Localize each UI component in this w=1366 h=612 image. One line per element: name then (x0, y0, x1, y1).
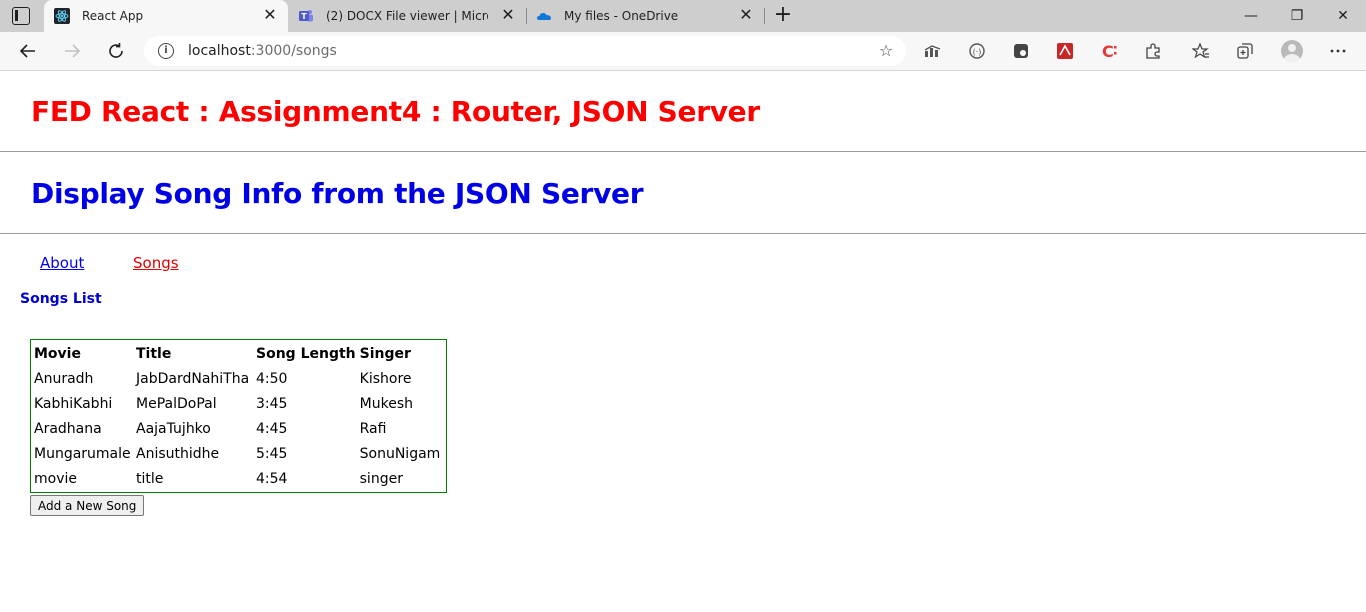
songs-list-heading: Songs List (20, 291, 102, 307)
refresh-icon[interactable] (103, 38, 129, 64)
cell-title: Anisuthidhe (136, 445, 220, 462)
divider (0, 233, 1366, 234)
cell-title: AajaTujhko (136, 420, 211, 437)
column-header-singer: Singer (359, 345, 411, 362)
teams-icon: T (299, 10, 313, 22)
extension-red-icon[interactable] (1055, 41, 1075, 61)
tab-separator (764, 8, 765, 24)
tab-react-app[interactable]: React App ✕ (44, 0, 288, 32)
nav-link-songs[interactable]: Songs (133, 254, 179, 272)
add-new-song-button[interactable]: Add a New Song (30, 495, 145, 516)
more-menu-icon[interactable] (1328, 41, 1348, 61)
tab-strip: React App ✕ T (2) DOCX File viewer | Mic… (0, 0, 1366, 32)
onedrive-icon (537, 13, 551, 20)
url-host: localhost (188, 43, 251, 59)
cell-movie: KabhiKabhi (34, 395, 113, 412)
new-tab-icon[interactable]: + (772, 4, 794, 27)
minimize-icon[interactable]: — (1228, 0, 1274, 32)
page-content: FED React : Assignment4 : Router, JSON S… (0, 71, 1366, 612)
page-subtitle: Display Song Info from the JSON Server (31, 177, 644, 210)
tab-actions-icon[interactable] (12, 7, 30, 25)
table-row: Aradhana AajaTujhko 4:45 Rafi (32, 416, 445, 441)
close-icon[interactable]: ✕ (738, 7, 754, 23)
nav-link-about[interactable]: About (40, 254, 84, 272)
restore-icon[interactable]: ❐ (1274, 0, 1320, 32)
browser-toolbar: i localhost:3000/songs ☆ (·) C (0, 32, 1366, 71)
cell-song-length: 4:50 (256, 370, 288, 387)
cell-singer: Mukesh (359, 395, 413, 412)
extension-chart-icon[interactable] (923, 41, 943, 61)
tab-title: (2) DOCX File viewer | Microsoft Teams (326, 9, 488, 23)
divider (0, 151, 1366, 152)
cell-movie: movie (34, 470, 77, 487)
favorites-icon[interactable] (1191, 41, 1211, 61)
react-icon (54, 8, 70, 24)
address-bar[interactable]: i localhost:3000/songs ☆ (144, 36, 906, 66)
cell-singer: SonuNigam (359, 445, 441, 462)
column-header-song-length: Song Length (256, 345, 356, 362)
table-header-row: Movie Title Song Length Singer (32, 341, 445, 366)
extension-c-icon[interactable]: C (1099, 41, 1119, 61)
table-row: Anuradh JabDardNahiTha 4:50 Kishore (32, 366, 445, 391)
cell-singer: Kishore (359, 370, 412, 387)
extension-circle-icon[interactable]: (·) (967, 41, 987, 61)
column-header-movie: Movie (34, 345, 81, 362)
url-path: :3000/songs (250, 43, 337, 59)
window-close-icon[interactable]: ✕ (1320, 0, 1366, 32)
url-text: localhost:3000/songs (188, 43, 337, 59)
cell-singer: Rafi (359, 420, 387, 437)
svg-text:C: C (1102, 42, 1114, 60)
tab-onedrive[interactable]: My files - OneDrive ✕ (526, 0, 764, 32)
cell-title: title (136, 470, 164, 487)
close-icon[interactable]: ✕ (500, 7, 516, 23)
cell-singer: singer (359, 470, 403, 487)
cell-song-length: 3:45 (256, 395, 288, 412)
cell-movie: Anuradh (34, 370, 94, 387)
cell-title: MePalDoPal (136, 395, 217, 412)
back-icon[interactable] (15, 38, 41, 64)
cell-song-length: 4:45 (256, 420, 288, 437)
add-favorite-icon[interactable]: ☆ (876, 41, 896, 61)
info-icon[interactable]: i (158, 43, 174, 59)
table-row: Mungarumale Anisuthidhe 5:45 SonuNigam (32, 441, 445, 466)
svg-text:T: T (301, 12, 307, 21)
tab-title: React App (82, 9, 144, 23)
table-row: movie title 4:54 singer (32, 466, 445, 491)
extension-shield-icon[interactable] (1011, 41, 1031, 61)
cell-song-length: 5:45 (256, 445, 288, 462)
profile-avatar-icon[interactable] (1281, 40, 1303, 62)
cell-title: JabDardNahiTha (136, 370, 250, 387)
cell-movie: Mungarumale (34, 445, 131, 462)
songs-table: Movie Title Song Length Singer Anuradh J… (30, 339, 447, 493)
svg-text:(·): (·) (973, 48, 982, 57)
column-header-title: Title (136, 345, 172, 362)
close-icon[interactable]: ✕ (262, 7, 278, 23)
table-row: KabhiKabhi MePalDoPal 3:45 Mukesh (32, 391, 445, 416)
collections-icon[interactable] (1235, 41, 1255, 61)
extensions-puzzle-icon[interactable] (1143, 41, 1163, 61)
tab-title: My files - OneDrive (564, 9, 679, 23)
cell-song-length: 4:54 (256, 470, 288, 487)
forward-icon[interactable] (59, 38, 85, 64)
cell-movie: Aradhana (34, 420, 102, 437)
tab-teams[interactable]: T (2) DOCX File viewer | Microsoft Teams… (288, 0, 526, 32)
page-title: FED React : Assignment4 : Router, JSON S… (31, 95, 760, 128)
